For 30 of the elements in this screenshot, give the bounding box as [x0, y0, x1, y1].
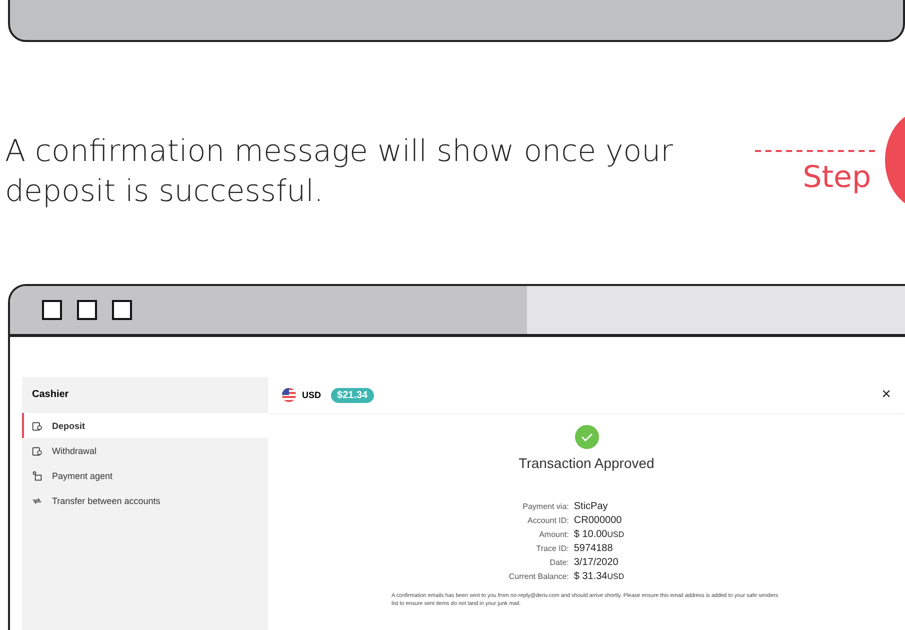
- detail-label: Payment via:: [522, 502, 569, 511]
- window-square-icon: [112, 300, 132, 320]
- sidebar-item[interactable]: Withdrawal: [22, 438, 268, 463]
- detail-value: $ 10.00USD: [574, 529, 624, 540]
- wallet-icon: [32, 446, 42, 456]
- currency-label: USD: [302, 390, 322, 400]
- detail-value: CR000000: [574, 515, 623, 526]
- flag-icon: [282, 388, 296, 402]
- step-label: Step: [802, 160, 871, 195]
- arrows-icon: [32, 496, 42, 506]
- close-button[interactable]: ×: [882, 387, 891, 403]
- detail-label: Amount:: [538, 530, 569, 539]
- intro-text: A confirmation message will show once your deposit is successful.: [5, 133, 674, 211]
- detail-value: 5974188: [574, 543, 614, 554]
- window-square-icon: [42, 300, 62, 320]
- detail-value: $ 31.34USD: [574, 571, 624, 582]
- balance-badge: $21.34: [331, 388, 374, 402]
- sidebar-item[interactable]: Transfer between accounts: [22, 488, 268, 513]
- detail-label: Trace ID:: [535, 544, 569, 553]
- result-title: Transaction Approved: [518, 455, 654, 471]
- detail-value: 3/17/2020: [574, 557, 620, 568]
- sidebar-item[interactable]: Payment agent: [22, 463, 268, 488]
- sidebar-title: Cashier: [31, 388, 70, 402]
- detail-label: Account ID:: [526, 516, 569, 525]
- detail-label: Date:: [548, 558, 569, 567]
- check-circle-icon: [574, 425, 598, 449]
- detail-value: SticPay: [574, 501, 609, 512]
- detail-label: Current Balance:: [508, 572, 569, 581]
- wallet-icon: [32, 420, 42, 430]
- window-square-icon: [77, 300, 97, 320]
